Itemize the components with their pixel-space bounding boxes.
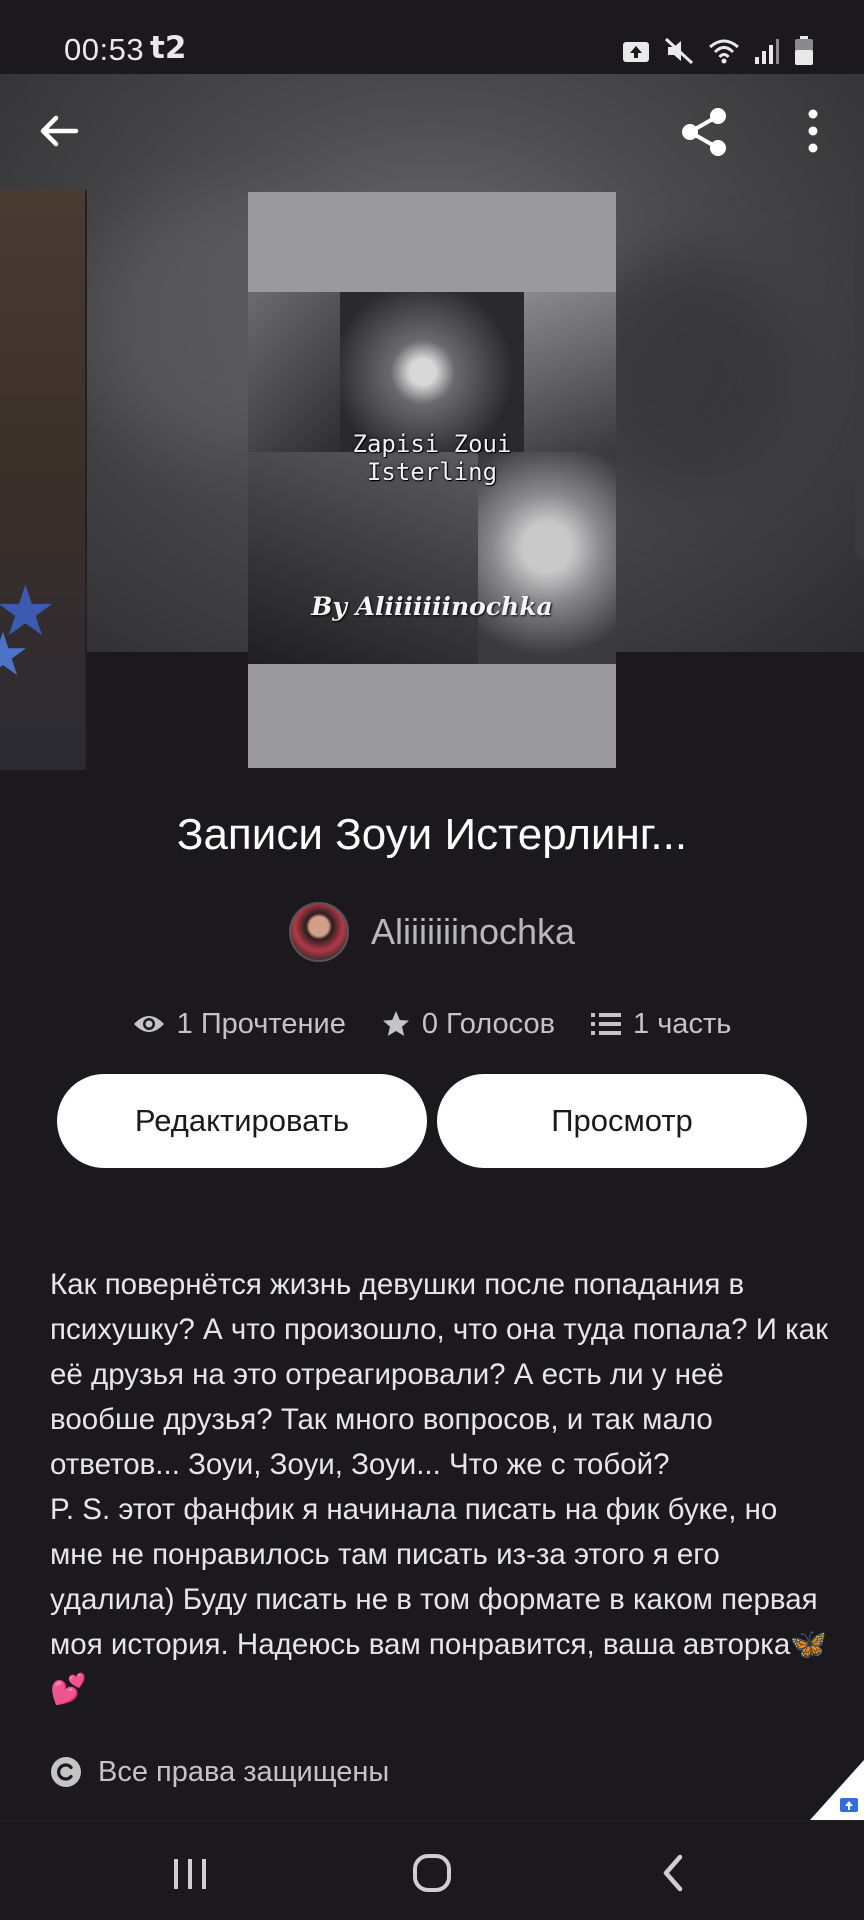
story-description: Как повернётся жизнь девушки после попад… <box>50 1268 828 1706</box>
story-cover[interactable]: Zapisi Zoui Isterling By Aliiiiiiinochka <box>248 192 616 768</box>
arrow-left-icon[interactable] <box>36 108 82 154</box>
wifi-icon <box>709 39 739 64</box>
avatar[interactable] <box>288 902 349 962</box>
more-vertical-icon[interactable] <box>796 108 830 154</box>
star-decoration: ★ <box>0 620 30 690</box>
edit-button[interactable]: Редактировать <box>57 1074 427 1168</box>
status-icons <box>622 34 814 68</box>
stat-parts: 1 часть <box>591 1008 731 1041</box>
parts-count: 1 часть <box>633 1007 732 1040</box>
author-name[interactable]: Aliiiiiiinochka <box>371 911 575 953</box>
cover-byline: By Aliiiiiiinochka <box>311 592 553 621</box>
status-time: 00:53 <box>64 32 145 67</box>
recent-apps-icon[interactable] <box>160 1843 220 1903</box>
cover-photo <box>524 292 616 452</box>
list-icon <box>591 1013 622 1035</box>
cover-photo <box>248 292 340 452</box>
page-curl-icon[interactable] <box>810 1760 864 1820</box>
author-row[interactable]: Aliiiiiiinochka <box>0 900 864 964</box>
cover-photo <box>340 292 524 452</box>
next-story-cover[interactable] <box>855 190 864 560</box>
copyright-text: Все права защищены <box>98 1755 390 1788</box>
status-bar: 00:53 t2 <box>0 0 864 74</box>
home-icon[interactable] <box>402 1843 462 1903</box>
signal-icon <box>755 39 779 64</box>
back-icon[interactable] <box>644 1843 704 1903</box>
reads-count: 1 Прочтение <box>176 1007 346 1040</box>
cover-art: Zapisi Zoui Isterling By Aliiiiiiinochka <box>248 292 616 664</box>
cover-title: Zapisi Zoui Isterling <box>248 430 616 486</box>
votes-count: 0 Голосов <box>421 1007 556 1040</box>
previous-story-cover[interactable]: ★ ★ <box>0 190 87 770</box>
preview-button[interactable]: Просмотр <box>437 1074 807 1168</box>
cover-title-line2: Isterling <box>366 458 498 486</box>
story-title: Записи Зоуи Истерлинг... <box>176 810 688 859</box>
share-icon[interactable] <box>676 104 732 160</box>
eye-icon <box>133 1016 164 1032</box>
mute-icon <box>664 37 694 65</box>
stat-reads: 1 Прочтение <box>133 1008 346 1041</box>
story-stats: 1 Прочтение 0 Голосов 1 часть <box>0 1000 864 1048</box>
battery-icon <box>795 36 813 65</box>
star-icon <box>382 1011 409 1036</box>
cover-title-line1: Zapisi Zoui <box>352 430 512 458</box>
stat-votes: 0 Голосов <box>382 1008 555 1041</box>
cloud-upload-icon <box>623 42 649 62</box>
system-nav-bar <box>0 1820 864 1920</box>
copyright-row: Все права защищены <box>50 1752 389 1792</box>
status-carrier: t2 <box>150 30 187 66</box>
copyright-icon <box>51 1757 81 1787</box>
